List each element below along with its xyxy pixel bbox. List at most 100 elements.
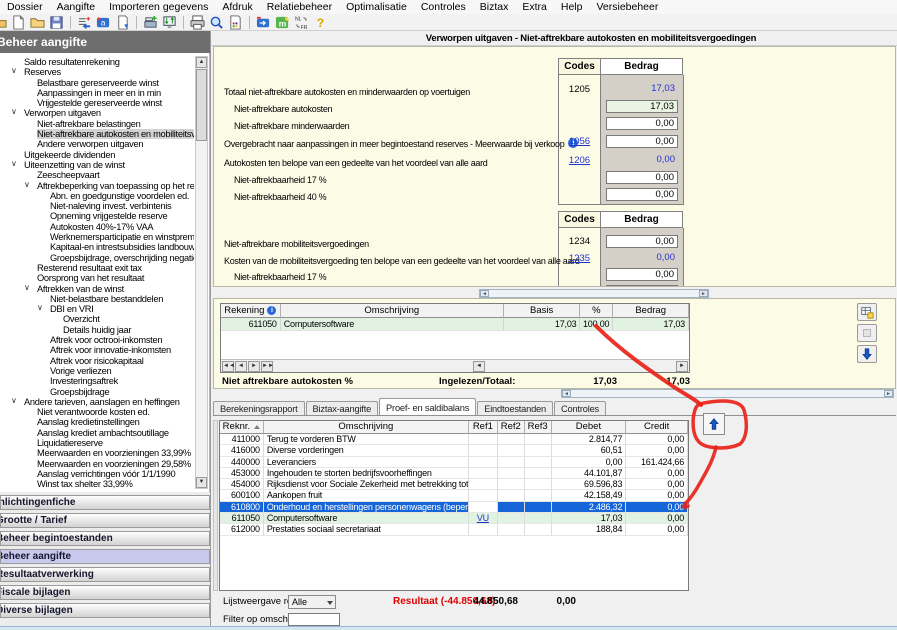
tree-item[interactable]: ∨Kapitaal-en intrestsubsidies landbouw <box>2 242 194 252</box>
tree-item[interactable]: ∨Liquidatiereserve <box>2 438 194 448</box>
menu-item[interactable]: Optimalisatie <box>339 0 414 14</box>
balance-grid-row[interactable]: 440000 Leveranciers 0,00 161.424,66 <box>220 457 688 468</box>
tree-item[interactable]: ∨Investeringsaftrek <box>2 376 194 386</box>
sidebar-panel-bar[interactable]: Inlichtingenfiche <box>0 495 210 510</box>
detail-grid-row[interactable]: 611050 Computersoftware 17,03 100,00 17,… <box>221 318 689 331</box>
tree-item[interactable]: ∨Winst tax shelter 33,99% <box>2 479 194 489</box>
sidebar-panel-bar[interactable]: Fiscale bijlagen <box>0 585 210 600</box>
menu-item[interactable]: Aangifte <box>50 0 103 14</box>
help-icon[interactable]: ? <box>312 14 329 30</box>
tree-item[interactable]: ∨Aftrekken van de winst <box>2 284 194 294</box>
column-header-ref3[interactable]: Ref3 <box>525 421 552 434</box>
tree-item[interactable]: ∨Meerwaarden en voorzieningen 33,99% <box>2 448 194 458</box>
sidebar-panel-bar[interactable]: Diverse bijlagen <box>0 603 210 618</box>
tree-item[interactable]: ∨Aanslag verrichtingen vóór 1/1/1990 <box>2 469 194 479</box>
menu-item[interactable]: Versiebeheer <box>589 0 665 14</box>
tree-item[interactable]: ∨Niet verantwoorde kosten ed. <box>2 407 194 417</box>
account-view-select[interactable]: Alle <box>288 595 336 609</box>
tree-item[interactable]: ∨DBI en VRI <box>2 304 194 314</box>
balance-grid-row[interactable]: 612000 Prestaties sociaal secretariaat 1… <box>220 524 688 535</box>
sidebar-panel-bar[interactable]: Beheer aangifte <box>0 549 210 564</box>
previous-record-icon[interactable]: ◄ <box>235 361 247 372</box>
tree-item[interactable]: ∨Oorsprong van het resultaat <box>2 273 194 283</box>
tab[interactable]: Berekeningsrapport <box>213 401 305 415</box>
tree-item[interactable]: ∨Andere verworpen uitgaven <box>2 139 194 149</box>
tree-item[interactable]: ∨Verworpen uitgaven <box>2 108 194 118</box>
tree-scrollbar[interactable]: ▲ ▼ <box>195 56 208 489</box>
chevron-down-icon[interactable]: ∨ <box>11 396 17 406</box>
column-header-ref2[interactable]: Ref2 <box>498 421 525 434</box>
sidebar-panel-bar[interactable]: Resultaatverwerking <box>0 567 210 582</box>
amount-field[interactable]: 0,00 <box>606 252 678 265</box>
chevron-down-icon[interactable]: ∨ <box>11 66 17 76</box>
tree-item[interactable]: ∨Aanslag kredietinstellingen <box>2 417 194 427</box>
form-code[interactable]: 1234 <box>558 234 601 249</box>
move-up-button[interactable] <box>703 413 725 435</box>
tree-item[interactable]: ∨Opneming vrijgestelde reserve <box>2 211 194 221</box>
tab[interactable]: Controles <box>554 401 606 415</box>
last-record-icon[interactable]: ►► <box>261 361 273 372</box>
menu-item[interactable]: Dossier <box>0 0 50 14</box>
column-header-bedrag[interactable]: Bedrag <box>613 304 689 318</box>
column-header-rekening[interactable]: Rekeningi <box>221 304 281 318</box>
tree-item[interactable]: ∨Groepsbijdrage, overschrijding negatief… <box>2 253 194 263</box>
tree-item[interactable]: ∨Uitgekeerde dividenden <box>2 150 194 160</box>
first-record-icon[interactable]: ◄◄ <box>222 361 234 372</box>
language-switch-icon[interactable]: NLFR <box>293 14 310 30</box>
tree-item[interactable]: ∨Aanslag krediet ambachtsoutillage <box>2 428 194 438</box>
tree-item[interactable]: ∨Reserves <box>2 67 194 77</box>
tree-item[interactable]: ∨Aftrek voor innovatie-inkomsten <box>2 345 194 355</box>
column-header-basis[interactable]: Basis <box>504 304 581 318</box>
chevron-down-icon[interactable]: ∨ <box>11 107 17 117</box>
tree-item[interactable]: ∨Aftrek voor octrooi-inkomsten <box>2 335 194 345</box>
menu-item[interactable]: Biztax <box>473 0 516 14</box>
tree-item[interactable]: ∨Werknemersparticipatie en winstpremies <box>2 232 194 242</box>
open-folder-icon[interactable] <box>0 14 8 30</box>
balance-grid-row[interactable]: 411000 Terug te vorderen BTW 2.814,77 0,… <box>220 434 688 445</box>
scroll-right-icon[interactable]: ► <box>699 290 708 297</box>
biztax-transfer-icon[interactable] <box>255 14 272 30</box>
tree-item[interactable]: ∨Overzicht <box>2 314 194 324</box>
scroll-left-icon[interactable]: ◄ <box>480 290 489 297</box>
scroll-up-icon[interactable]: ▲ <box>196 57 207 68</box>
open-file-icon[interactable] <box>29 14 46 30</box>
form-horizontal-scrollbar[interactable]: ◄ ► <box>479 289 709 298</box>
balance-grid-row[interactable]: 611050 Computersoftware VU 17,03 0,00 <box>220 513 688 524</box>
tree-item[interactable]: ∨Vrijgestelde gereserveerde winst <box>2 98 194 108</box>
balance-grid-row[interactable]: 416000 Diverse vorderingen 60,51 0,00 <box>220 445 688 456</box>
menu-item[interactable]: Help <box>554 0 590 14</box>
chevron-down-icon[interactable]: ∨ <box>11 159 17 169</box>
save-icon[interactable] <box>48 14 65 30</box>
form-code[interactable]: 1235 <box>558 251 601 266</box>
tree-item[interactable]: ∨Niet-aftrekbare belastingen <box>2 119 194 129</box>
tab[interactable]: Biztax-aangifte <box>306 401 379 415</box>
menu-item[interactable]: Controles <box>414 0 473 14</box>
bottom-horizontal-scrollbar[interactable]: ◄ ► <box>561 389 894 398</box>
move-down-button[interactable] <box>857 345 877 363</box>
column-header-pct[interactable]: % <box>580 304 613 318</box>
tree-item[interactable]: ∨Zeescheepvaart <box>2 170 194 180</box>
scroll-right-icon[interactable]: ► <box>884 390 893 397</box>
export-accounts-icon[interactable]: a <box>95 14 112 30</box>
tree-item[interactable]: ∨Autokosten 40%-17% VAA <box>2 222 194 232</box>
tree-item[interactable]: ∨Niet-naleving invest. verbintenis <box>2 201 194 211</box>
menu-item[interactable]: Extra <box>515 0 554 14</box>
tree-item[interactable]: ∨Vorige verliezen <box>2 366 194 376</box>
sidebar-panel-bar[interactable]: Beheer begintoestanden <box>0 531 210 546</box>
balance-grid-row[interactable]: 610800 Onderhoud en herstellingen person… <box>220 502 688 513</box>
scroll-down-icon[interactable]: ▼ <box>196 477 207 488</box>
column-header-ref1[interactable]: Ref1 <box>469 421 498 434</box>
tree-item[interactable]: ∨Aanpassingen in meer en in min <box>2 88 194 98</box>
menu-item[interactable]: Importeren gegevens <box>102 0 215 14</box>
chevron-down-icon[interactable]: ∨ <box>24 283 30 293</box>
column-header-credit[interactable]: Credit <box>626 421 688 434</box>
tab[interactable]: Eindtoestanden <box>477 401 553 415</box>
scroll-right-icon[interactable]: ► <box>676 361 688 372</box>
menu-item[interactable]: Afdruk <box>215 0 259 14</box>
balance-grid-row[interactable]: 454000 Rijksdienst voor Sociale Zekerhei… <box>220 479 688 490</box>
balance-grid-row[interactable]: 453000 Ingehouden te storten bedrijfsvoo… <box>220 468 688 479</box>
column-header-reknr[interactable]: Reknr. <box>220 421 264 434</box>
search-icon[interactable] <box>208 14 225 30</box>
tree-item[interactable]: ∨Resterend resultaat exit tax <box>2 263 194 273</box>
tab[interactable]: Proef- en saldibalans <box>379 398 476 415</box>
